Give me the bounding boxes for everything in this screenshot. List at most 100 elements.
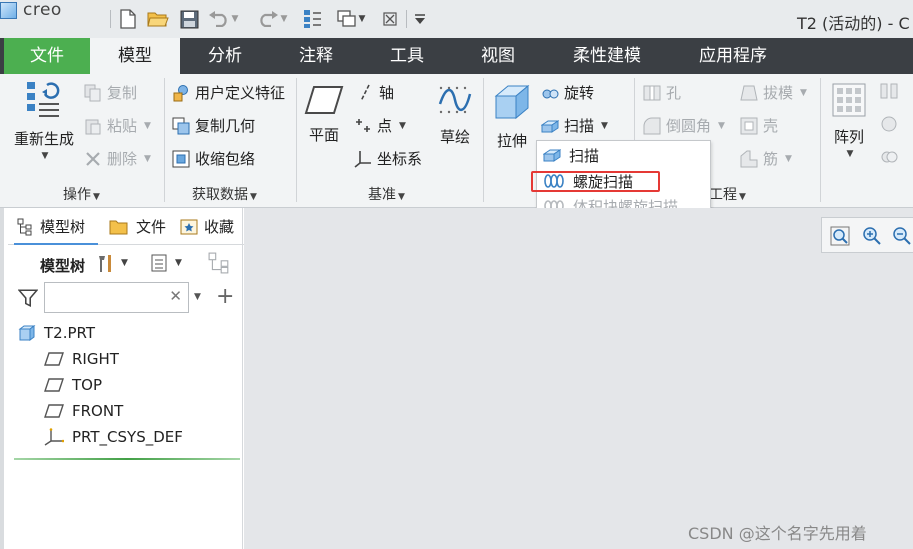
divider — [296, 78, 297, 202]
tab-model[interactable]: 模型 — [90, 38, 180, 74]
model-tree-icon — [17, 218, 32, 235]
rib-label: 筋 — [763, 150, 779, 168]
tree-columns-icon[interactable] — [208, 252, 230, 274]
udf-icon — [173, 84, 188, 101]
datum-plane-icon — [44, 352, 64, 366]
group-label-datum[interactable]: 基准 ▼ — [368, 184, 405, 204]
axis-button[interactable]: 轴 — [356, 82, 394, 103]
add-icon[interactable]: + — [216, 284, 234, 309]
regenerate-icon[interactable] — [300, 8, 326, 30]
copy-label: 复制 — [107, 84, 138, 102]
hole-button[interactable]: 孔 — [643, 82, 681, 103]
tab-favorites[interactable]: 收藏 — [180, 216, 240, 237]
insert-indicator[interactable] — [14, 458, 240, 460]
sketch-button[interactable]: 草绘 — [434, 82, 476, 147]
copy-geometry-button[interactable]: 复制几何 — [172, 115, 255, 136]
close-window-icon[interactable] — [380, 8, 400, 30]
creo-cube-icon — [0, 1, 17, 19]
tab-folder-browser[interactable]: 文件 — [108, 216, 166, 237]
undo-icon[interactable]: ▼ — [206, 8, 240, 30]
tree-item-part[interactable]: T2.PRT — [18, 324, 95, 342]
round-button[interactable]: 倒圆角 ▼ — [643, 115, 725, 136]
tree-item-front[interactable]: FRONT — [44, 402, 123, 420]
active-tab-indicator — [14, 243, 98, 245]
regenerate-button[interactable]: 重新生成 ▼ — [12, 80, 76, 161]
tree-item-csys[interactable]: PRT_CSYS_DEF — [44, 428, 183, 446]
clear-icon[interactable]: ✕ — [169, 287, 182, 305]
point-label: 点 — [377, 117, 393, 135]
tab-flexible-modeling[interactable]: 柔性建模 — [544, 38, 670, 74]
sweep-icon — [543, 149, 561, 162]
revolve-button[interactable]: 旋转 — [541, 82, 594, 103]
show-options-button[interactable]: ▼ — [150, 252, 182, 274]
csys-icon — [354, 150, 371, 168]
window-title: T2 (活动的) - C — [797, 14, 910, 33]
tree-item-label: PRT_CSYS_DEF — [72, 428, 183, 446]
tree-item-right[interactable]: RIGHT — [44, 350, 119, 368]
chevron-down-icon[interactable]: ▼ — [830, 149, 870, 159]
shrinkwrap-button[interactable]: 收缩包络 — [172, 148, 255, 169]
graphics-area[interactable] — [244, 208, 913, 549]
merge-icon[interactable] — [880, 148, 898, 166]
group-label-get-data[interactable]: 获取数据 ▼ — [192, 184, 257, 204]
model-tree-title: 模型树 — [40, 257, 86, 275]
paste-label: 粘贴 — [107, 117, 138, 135]
point-button[interactable]: 点 ▼ — [354, 115, 406, 136]
windows-icon[interactable]: ▼ — [332, 8, 370, 30]
delete-button[interactable]: 删除 ▼ — [84, 148, 151, 169]
view-toolbar — [821, 217, 913, 253]
tab-file[interactable]: 文件 — [4, 38, 90, 74]
trim-icon[interactable] — [880, 115, 898, 133]
revolve-icon — [542, 89, 559, 98]
tree-item-top[interactable]: TOP — [44, 376, 102, 394]
copy-geometry-icon — [172, 117, 190, 134]
round-label: 倒圆角 — [666, 117, 712, 135]
tab-annotate[interactable]: 注释 — [270, 38, 362, 74]
tab-tools[interactable]: 工具 — [362, 38, 452, 74]
rib-button[interactable]: 筋 ▼ — [740, 148, 792, 169]
datum-plane-large-icon — [304, 86, 344, 114]
tree-item-label: T2.PRT — [44, 324, 96, 342]
coordinate-system-button[interactable]: 坐标系 — [354, 148, 422, 169]
copy-button[interactable]: 复制 — [84, 82, 137, 103]
save-icon[interactable] — [178, 8, 200, 30]
chevron-down-icon[interactable]: ▼ — [194, 292, 201, 302]
pattern-button[interactable]: 阵列 ▼ — [828, 82, 870, 159]
user-defined-feature-button[interactable]: 用户定义特征 — [172, 82, 285, 103]
filter-icon[interactable] — [18, 288, 38, 308]
menu-item-label: 扫描 — [569, 146, 600, 165]
shell-button[interactable]: 壳 — [740, 115, 778, 136]
tab-model-tree[interactable]: 模型树 — [16, 216, 85, 237]
chevron-down-icon[interactable]: ▼ — [14, 151, 76, 161]
sketch-icon — [438, 86, 472, 114]
sweep-button[interactable]: 扫描 ▼ — [541, 115, 608, 136]
redo-icon[interactable]: ▼ — [254, 8, 290, 30]
paste-button[interactable]: 粘贴 ▼ — [84, 115, 151, 136]
customize-icon[interactable] — [412, 8, 428, 30]
datum-axis-icon — [360, 84, 370, 101]
sweep-icon — [541, 119, 559, 133]
menu-item-sweep[interactable]: 扫描 — [543, 143, 599, 167]
shell-label: 壳 — [763, 117, 779, 135]
group-label-engineering[interactable]: 工程 ▼ — [709, 184, 746, 204]
open-icon[interactable] — [146, 8, 170, 30]
tab-applications[interactable]: 应用程序 — [670, 38, 796, 74]
zoom-fit-icon[interactable] — [830, 226, 850, 250]
zoom-in-icon[interactable] — [862, 226, 882, 250]
divider — [164, 78, 165, 202]
csys-icon — [44, 428, 64, 446]
tree-search-input[interactable] — [45, 283, 165, 311]
plane-button[interactable]: 平面 — [302, 84, 346, 145]
delete-label: 删除 — [107, 150, 138, 168]
tab-view[interactable]: 视图 — [452, 38, 544, 74]
new-icon[interactable] — [118, 8, 138, 30]
tab-analysis[interactable]: 分析 — [180, 38, 270, 74]
zoom-out-icon[interactable] — [892, 226, 912, 250]
tree-settings-button[interactable]: ▼ — [96, 252, 128, 274]
extrude-button[interactable]: 拉伸 — [490, 82, 534, 151]
mirror-icon[interactable] — [880, 82, 898, 100]
draft-label: 拔模 — [763, 84, 794, 102]
draft-button[interactable]: 拔模 ▼ — [740, 82, 807, 103]
copy-icon — [84, 84, 101, 101]
group-label-operations[interactable]: 操作 ▼ — [63, 184, 100, 204]
